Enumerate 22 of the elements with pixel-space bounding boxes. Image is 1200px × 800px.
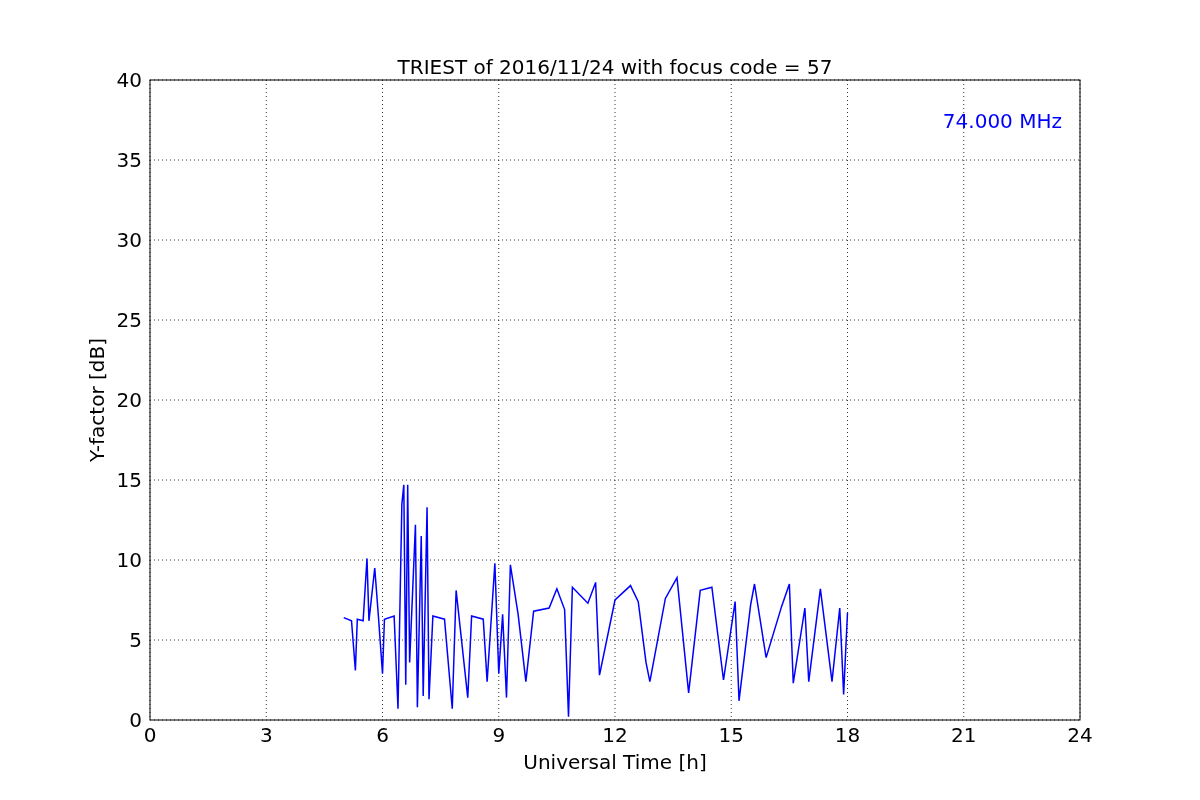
y-tick-label: 0: [129, 708, 142, 732]
x-tick-label: 12: [602, 723, 628, 747]
y-tick-label: 30: [116, 228, 142, 252]
y-tick-label: 25: [116, 308, 142, 332]
x-axis-label: Universal Time [h]: [523, 750, 707, 774]
y-tick-label: 35: [116, 148, 142, 172]
y-tick-label: 10: [116, 548, 142, 572]
x-tick-label: 6: [376, 723, 389, 747]
x-tick-label: 0: [143, 723, 157, 747]
x-tick-label: 3: [259, 723, 273, 747]
y-axis-label: Y-factor [dB]: [85, 338, 109, 462]
y-tick-label: 5: [129, 628, 142, 652]
chart-title: TRIEST of 2016/11/24 with focus code = 57: [397, 55, 833, 79]
series-label: 74.000 MHz: [942, 109, 1062, 133]
x-tick-label: 24: [1067, 723, 1093, 747]
x-tick-label: 18: [834, 723, 861, 747]
y-tick-label: 20: [116, 388, 142, 412]
y-tick-label: 40: [116, 68, 142, 92]
y-tick-label: 15: [116, 468, 142, 492]
x-tick-label: 9: [492, 723, 506, 747]
x-tick-label: 15: [718, 723, 744, 747]
x-tick-label: 21: [951, 723, 977, 747]
